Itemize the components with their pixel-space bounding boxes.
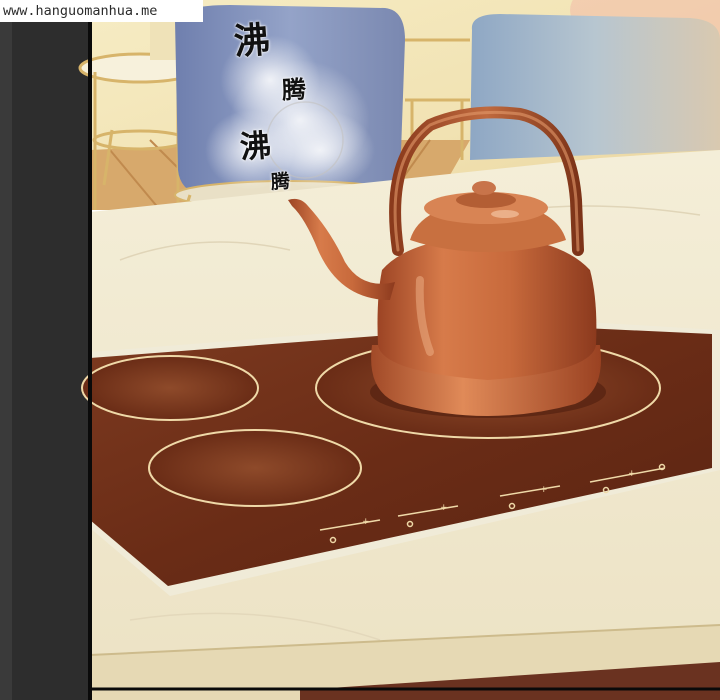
blue-chair-right [470,14,720,160]
burner-rear-left [81,355,259,421]
sound-effect-text: 腾 [281,75,307,105]
burner-front-left [148,429,362,507]
kitchen-scene: + + + + [0,0,720,700]
comic-panel: + + + + [0,0,720,700]
svg-text:+: + [440,503,448,513]
svg-text:+: + [628,469,636,479]
svg-text:+: + [362,517,370,527]
svg-text:+: + [540,485,548,495]
sound-effect-text: 沸 [232,19,272,64]
left-dark-bar [0,0,90,700]
sound-effect-text: 沸 [238,127,273,167]
sound-effect-text: 腾 [270,170,291,194]
watermark-text: www.hanguomanhua.me [0,0,203,22]
